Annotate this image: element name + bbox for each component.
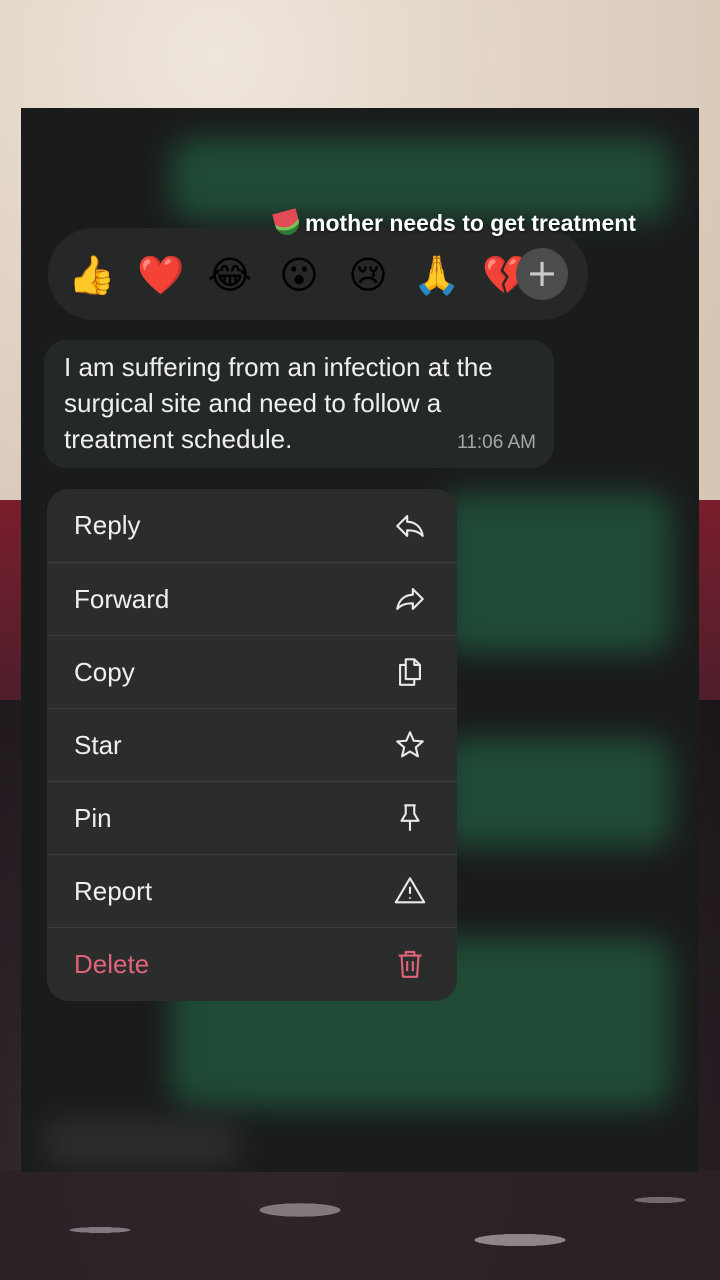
star-icon — [396, 731, 424, 758]
menu-item-label: Star — [74, 729, 122, 760]
blurred-message — [441, 738, 671, 848]
menu-item-forward[interactable]: Forward — [47, 562, 457, 635]
menu-item-label: Reply — [74, 510, 141, 540]
menu-item-label: Forward — [74, 583, 170, 614]
menu-item-label: Delete — [74, 948, 150, 979]
copy-icon — [399, 658, 421, 686]
heart-reaction[interactable]: ❤️ — [137, 251, 185, 299]
menu-item-pin[interactable]: Pin — [47, 781, 457, 854]
pin-icon — [400, 804, 420, 831]
caption-text: mother needs to get treatment — [305, 209, 636, 236]
menu-item-label: Pin — [74, 802, 112, 833]
thumbs-up-reaction[interactable]: 👍 — [68, 251, 116, 299]
background-pattern — [0, 1170, 720, 1280]
blurred-message — [441, 493, 671, 653]
pray-reaction[interactable]: 🙏 — [413, 251, 461, 299]
menu-item-reply[interactable]: Reply — [47, 489, 457, 562]
reaction-bar: 👍 ❤️ 😂 😮 😢 🙏 💔 + — [48, 228, 588, 320]
menu-item-delete[interactable]: Delete — [47, 927, 457, 1000]
warning-icon — [394, 877, 426, 904]
selected-message-bubble: I am suffering from an infection at the … — [44, 340, 554, 468]
crying-reaction[interactable]: 😢 — [344, 251, 392, 299]
watermelon-icon — [272, 208, 302, 238]
trash-icon — [398, 950, 422, 978]
add-reaction-button[interactable]: + — [516, 248, 568, 300]
laughing-reaction[interactable]: 😂 — [206, 251, 254, 299]
menu-item-copy[interactable]: Copy — [47, 635, 457, 708]
context-menu: Reply Forward Copy Star Pin Report Delet… — [47, 489, 457, 1001]
reply-icon — [396, 514, 424, 537]
surprised-reaction[interactable]: 😮 — [275, 251, 323, 299]
blurred-input — [41, 1118, 241, 1168]
forward-icon — [396, 588, 424, 610]
video-caption: mother needs to get treatment — [272, 206, 675, 240]
menu-item-star[interactable]: Star — [47, 708, 457, 781]
menu-item-report[interactable]: Report — [47, 854, 457, 927]
menu-item-label: Copy — [74, 656, 135, 687]
message-time: 11:06 AM — [457, 432, 536, 453]
menu-item-label: Report — [74, 875, 153, 906]
